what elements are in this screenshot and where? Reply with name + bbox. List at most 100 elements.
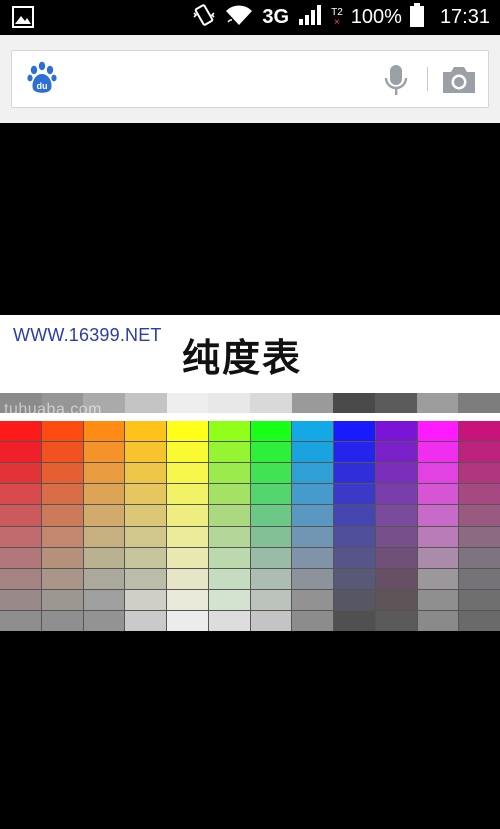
- color-swatch-blue: [334, 568, 375, 589]
- color-swatch-red-orange: [41, 463, 83, 484]
- separator-strip: [0, 413, 500, 421]
- color-swatch-yellow-green: [208, 442, 250, 463]
- color-swatch-violet: [375, 526, 417, 547]
- color-swatch-yellow: [167, 568, 208, 589]
- color-swatch-violet: [375, 610, 417, 631]
- color-swatch-cyan-blue: [292, 442, 333, 463]
- color-swatch-red: [0, 568, 41, 589]
- color-swatch-yellow: [167, 610, 208, 631]
- color-swatch-cyan-blue: [292, 463, 333, 484]
- color-swatch-crimson: [459, 484, 500, 505]
- color-swatch-orange: [83, 442, 125, 463]
- color-swatch-orange: [83, 505, 125, 526]
- color-swatch-blue: [334, 589, 375, 610]
- clock: 17:31: [439, 6, 490, 28]
- color-swatch-red: [0, 463, 41, 484]
- status-bar: 3G T2 × 100% 17:31: [0, 0, 500, 35]
- color-swatch-cyan-blue: [292, 526, 333, 547]
- chart-header-banner: WWW.16399.NET 纯度表: [0, 315, 500, 393]
- color-swatch-amber: [125, 484, 166, 505]
- color-swatch-yellow: [167, 547, 208, 568]
- image-viewer[interactable]: WWW.16399.NET 纯度表 tuhuaba.com: [0, 123, 500, 829]
- color-swatch-red: [0, 526, 41, 547]
- color-swatch-yellow-green: [208, 589, 250, 610]
- color-swatch-green: [250, 484, 292, 505]
- color-swatch-green: [250, 421, 292, 442]
- search-input[interactable]: [72, 61, 376, 97]
- color-swatch-blue: [334, 610, 375, 631]
- color-swatch-magenta: [417, 589, 459, 610]
- color-swatch-violet: [375, 547, 417, 568]
- color-swatch-magenta: [417, 505, 459, 526]
- color-swatch-green: [250, 568, 292, 589]
- vibrate-icon: [192, 3, 216, 32]
- color-swatch-violet: [375, 589, 417, 610]
- color-swatch-yellow: [167, 484, 208, 505]
- gray-swatch: [375, 393, 417, 413]
- search-box[interactable]: du: [11, 50, 489, 108]
- color-swatch-red-orange: [41, 526, 83, 547]
- color-swatch-yellow: [167, 421, 208, 442]
- color-swatch-violet: [375, 568, 417, 589]
- sim2-indicator: T2 ×: [331, 6, 343, 28]
- svg-text:du: du: [37, 81, 48, 91]
- color-swatch-green: [250, 526, 292, 547]
- gray-swatch: [458, 393, 500, 413]
- color-swatch-violet: [375, 505, 417, 526]
- gray-swatch: [208, 393, 251, 413]
- color-swatch-red: [0, 610, 41, 631]
- search-bar-area: du: [0, 35, 500, 123]
- search-divider: [427, 67, 428, 91]
- color-swatch-amber: [125, 610, 166, 631]
- color-swatch-amber: [125, 547, 166, 568]
- source-url-text: WWW.16399.NET: [13, 325, 162, 345]
- color-swatch-magenta: [417, 547, 459, 568]
- color-swatch-red-orange: [41, 568, 83, 589]
- baidu-paw-icon[interactable]: du: [26, 61, 58, 95]
- color-swatch-blue: [334, 421, 375, 442]
- color-swatch-blue: [334, 526, 375, 547]
- color-swatch-green: [250, 442, 292, 463]
- color-swatch-cyan-blue: [292, 421, 333, 442]
- color-swatch-crimson: [459, 505, 500, 526]
- color-swatch-magenta: [417, 484, 459, 505]
- color-swatch-amber: [125, 505, 166, 526]
- battery-percent: 100%: [350, 6, 402, 28]
- color-swatch-cyan-blue: [292, 505, 333, 526]
- color-swatch-yellow-green: [208, 547, 250, 568]
- color-swatch-yellow: [167, 505, 208, 526]
- color-swatch-orange: [83, 547, 125, 568]
- color-swatch-cyan-blue: [292, 547, 333, 568]
- color-swatch-crimson: [459, 568, 500, 589]
- color-swatch-red: [0, 547, 41, 568]
- color-swatch-crimson: [459, 589, 500, 610]
- color-swatch-green: [250, 589, 292, 610]
- network-type: 3G: [262, 6, 290, 28]
- color-swatch-red-orange: [41, 421, 83, 442]
- gray-swatch: [250, 393, 292, 413]
- color-swatch-crimson: [459, 547, 500, 568]
- color-swatch-crimson: [459, 526, 500, 547]
- color-swatch-orange: [83, 463, 125, 484]
- color-swatch-red-orange: [41, 505, 83, 526]
- color-swatch-orange: [83, 421, 125, 442]
- color-swatch-amber: [125, 463, 166, 484]
- color-swatch-amber: [125, 421, 166, 442]
- gray-swatch: [125, 393, 167, 413]
- color-swatch-red-orange: [41, 442, 83, 463]
- color-swatch-crimson: [459, 610, 500, 631]
- color-swatch-cyan-blue: [292, 484, 333, 505]
- camera-icon[interactable]: [440, 64, 478, 96]
- gray-swatch: [333, 393, 376, 413]
- color-swatch-yellow-green: [208, 610, 250, 631]
- color-swatch-magenta: [417, 421, 459, 442]
- color-swatch-magenta: [417, 463, 459, 484]
- color-swatch-crimson: [459, 463, 500, 484]
- microphone-icon[interactable]: [383, 63, 409, 97]
- color-swatch-violet: [375, 421, 417, 442]
- color-swatch-cyan-blue: [292, 589, 333, 610]
- color-swatch-red: [0, 484, 41, 505]
- color-swatch-orange: [83, 526, 125, 547]
- color-swatch-yellow: [167, 463, 208, 484]
- color-swatch-green: [250, 610, 292, 631]
